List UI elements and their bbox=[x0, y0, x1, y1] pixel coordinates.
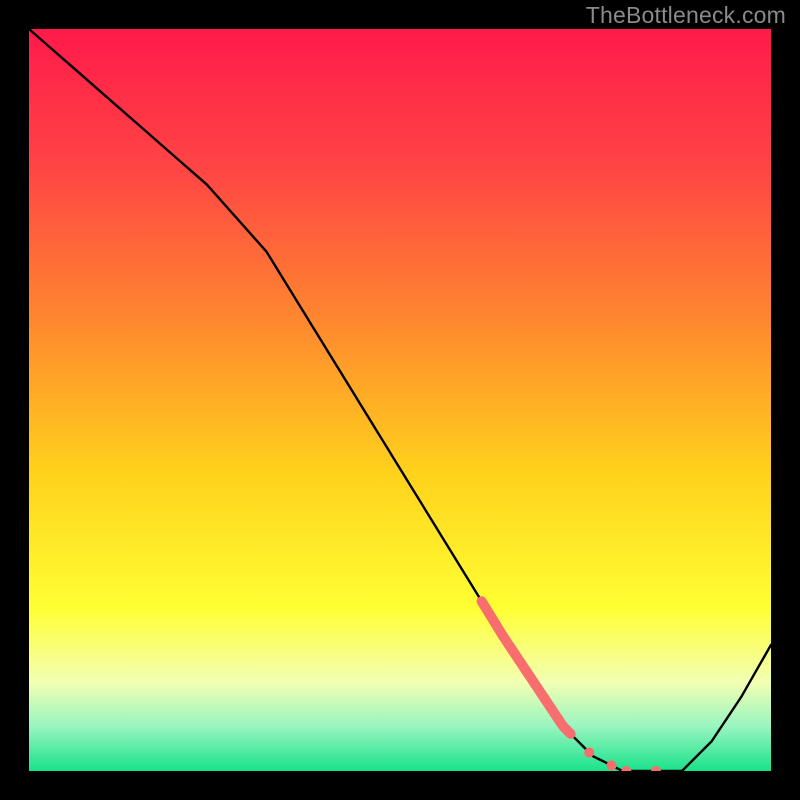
highlight-dot bbox=[584, 747, 594, 757]
gradient-background bbox=[29, 29, 771, 771]
chart-svg bbox=[29, 29, 771, 771]
watermark-text: TheBottleneck.com bbox=[586, 2, 786, 29]
highlight-dot bbox=[606, 760, 616, 770]
